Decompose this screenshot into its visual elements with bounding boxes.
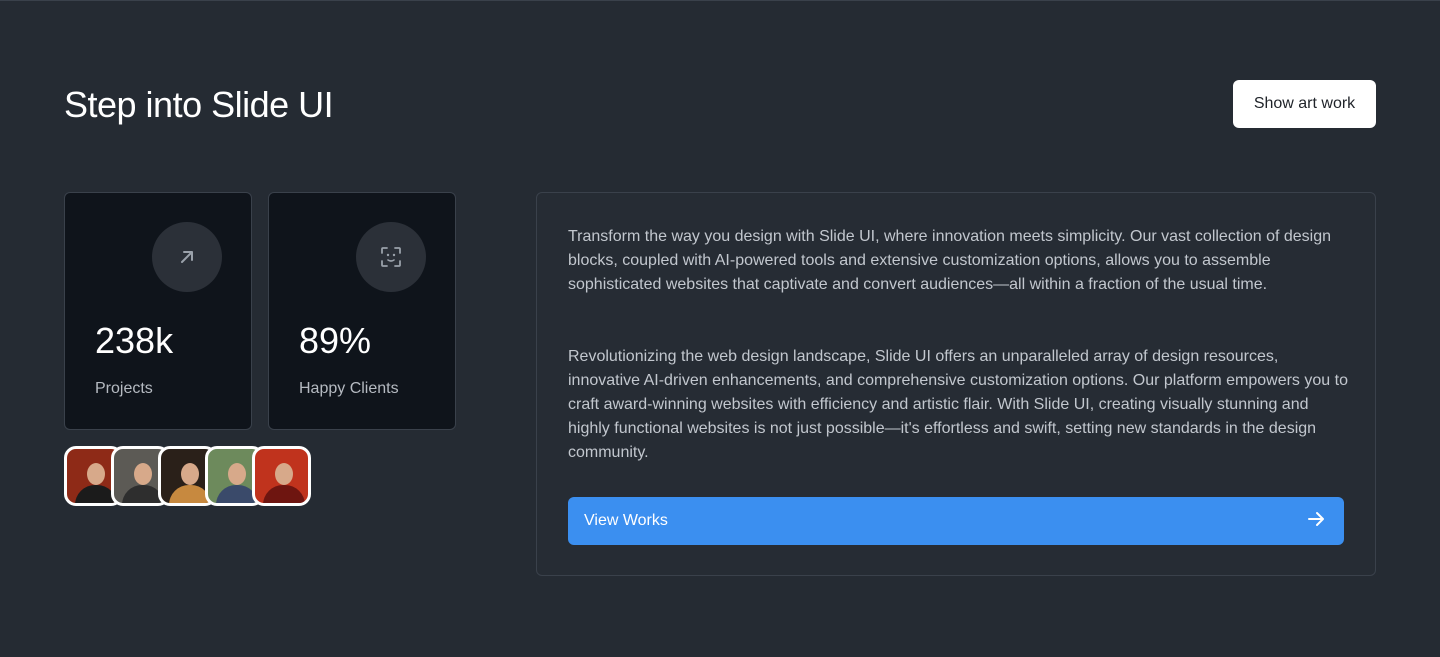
description-paragraph: Transform the way you design with Slide … (568, 228, 1331, 293)
description-paragraph: Revolutionizing the web design landscape… (568, 348, 1348, 461)
arrow-up-right-icon (152, 222, 222, 292)
face-scan-icon (356, 222, 426, 292)
description-panel: Transform the way you design with Slide … (536, 192, 1376, 576)
view-works-label: View Works (584, 512, 668, 529)
stat-value: 238k (95, 320, 174, 361)
stat-card-happy-clients: 89% Happy Clients (268, 192, 456, 430)
view-works-button[interactable]: View Works (568, 497, 1344, 545)
page-title: Step into Slide UI (64, 84, 334, 125)
avatar-5 (252, 446, 311, 506)
stat-value: 89% (299, 320, 372, 361)
top-divider (0, 0, 1440, 1)
stat-card-projects: 238k Projects (64, 192, 252, 430)
show-art-work-button[interactable]: Show art work (1233, 80, 1376, 128)
arrow-right-icon (1306, 509, 1326, 534)
stat-label: Happy Clients (299, 380, 399, 397)
stat-label: Projects (95, 380, 153, 397)
